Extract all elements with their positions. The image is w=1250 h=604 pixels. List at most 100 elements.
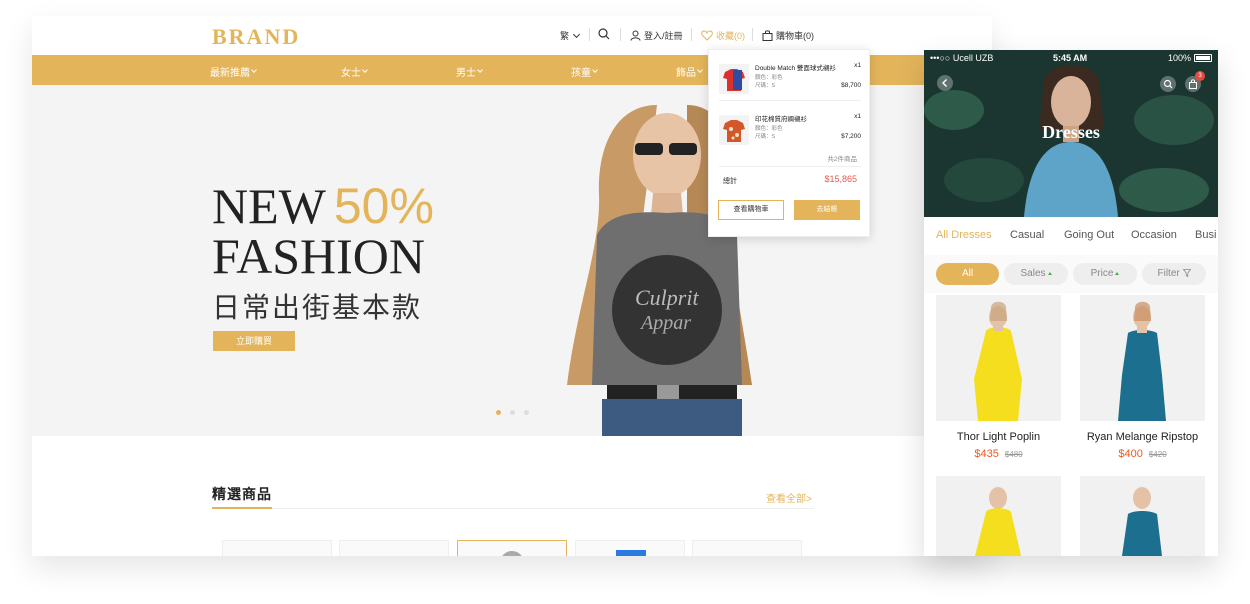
dress-photo (936, 476, 1061, 556)
search-icon (1163, 79, 1173, 89)
cart-link[interactable]: 購物車(0) (762, 29, 814, 42)
chevron-down-icon (251, 67, 257, 73)
hero-headline-new: NEW (212, 178, 326, 234)
nav-item-label: 男士 (456, 68, 476, 79)
featured-section-title: 精選商品 (212, 486, 272, 502)
tab-going-out[interactable]: Going Out (1064, 229, 1114, 241)
language-switcher[interactable]: 繁 (560, 29, 581, 42)
search-button[interactable] (1160, 76, 1176, 92)
original-price: $420 (1148, 450, 1167, 459)
product-thumbnail[interactable] (339, 540, 449, 556)
product-image[interactable] (1080, 295, 1205, 421)
divider (719, 166, 861, 167)
battery-status: 100% (1168, 53, 1212, 63)
brand-logo[interactable]: BRAND (212, 24, 300, 50)
sort-sales-button[interactable]: Sales (1004, 263, 1068, 285)
chevron-down-icon (572, 30, 581, 38)
hero-headline-fashion: FASHION (212, 228, 425, 284)
carousel-dot-active[interactable] (496, 410, 501, 415)
cart-item-name: 印花棉質府綢襯衫 (755, 116, 807, 123)
shopping-bag-icon (762, 30, 773, 41)
cart-item-price: $8,700 (841, 82, 861, 89)
view-all-link[interactable]: 查看全部> (766, 490, 812, 505)
divider (212, 508, 814, 509)
filter-button[interactable]: Filter (1142, 263, 1206, 285)
divider (589, 28, 590, 41)
dress-photo (936, 295, 1061, 421)
nav-item-women[interactable]: 女士 (341, 64, 368, 79)
sale-price: $400 (1118, 448, 1143, 460)
search-icon (598, 28, 610, 40)
tab-occasion[interactable]: Occasion (1131, 229, 1177, 241)
cart-item-qty: x1 (854, 62, 861, 69)
cart-total-amount: $15,865 (824, 174, 857, 184)
product-image (616, 550, 646, 556)
carrier-label: •••○○ Ucell UZB (930, 53, 994, 63)
dress-photo (1080, 295, 1205, 421)
cart-item[interactable]: Double Match 雙面球式襯衫 x1 顏色：彩色 尺碼：S $8,700 (719, 62, 861, 102)
language-label: 繁 (560, 31, 570, 41)
divider (620, 28, 621, 41)
battery-percent: 100% (1167, 53, 1191, 63)
product-thumbnail[interactable] (222, 540, 332, 556)
tab-casual[interactable]: Casual (1010, 229, 1044, 241)
hero-subtitle: 日常出街基本款 (212, 292, 423, 323)
login-link[interactable]: 登入/註冊 (630, 29, 683, 42)
divider (719, 100, 861, 101)
clock: 5:45 AM (1053, 53, 1088, 63)
divider (691, 28, 692, 41)
nav-item-label: 最新推薦 (210, 68, 250, 79)
shop-now-button[interactable]: 立即購買 (213, 331, 295, 351)
sort-price-label: Price (1090, 268, 1114, 279)
cart-total-label: 總計 (723, 178, 737, 185)
cart-item-image (719, 115, 749, 145)
product-price: $435 $480 (926, 448, 1071, 460)
filter-all-button[interactable]: All (936, 263, 999, 285)
cart-item-price: $7,200 (841, 133, 861, 140)
cart-label: 購物車(0) (776, 31, 814, 41)
sort-price-button[interactable]: Price (1073, 263, 1137, 285)
product-image (500, 551, 524, 556)
battery-icon (1194, 54, 1212, 62)
product-image[interactable] (1080, 476, 1205, 556)
mobile-category-banner: •••○○ Ucell UZB 5:45 AM 100% 3 Dresses (924, 50, 1218, 217)
cart-item-color: 顏色：彩色 (755, 75, 783, 81)
svg-text:Culprit: Culprit (635, 285, 699, 310)
product-thumbnail[interactable] (457, 540, 567, 556)
carousel-dot[interactable] (524, 410, 529, 415)
sale-price: $435 (974, 448, 999, 460)
original-price: $480 (1004, 450, 1023, 459)
sort-sales-label: Sales (1020, 268, 1046, 279)
search-button[interactable] (598, 28, 610, 40)
nav-item-accessories[interactable]: 飾品 (676, 64, 703, 79)
chevron-down-icon (477, 67, 483, 73)
product-name[interactable]: Ryan Melange Ripstop (1070, 431, 1215, 443)
hero-headline: NEW 50% (212, 181, 434, 231)
product-price: $400 $420 (1070, 448, 1215, 460)
checkout-button[interactable]: 去結帳 (794, 200, 860, 220)
tab-all-dresses[interactable]: All Dresses (936, 229, 992, 241)
chevron-left-icon (942, 79, 947, 87)
product-thumbnail[interactable] (692, 540, 802, 556)
nav-item-new[interactable]: 最新推薦 (210, 64, 257, 79)
favorites-link[interactable]: 收藏(0) (701, 29, 745, 42)
product-thumbnail[interactable] (575, 540, 685, 556)
sort-arrows-icon (1115, 271, 1120, 275)
carousel-dot[interactable] (510, 410, 515, 415)
cart-item[interactable]: 印花棉質府綢襯衫 x1 顏色：彩色 尺碼：S $7,200 (719, 113, 861, 153)
cart-item-qty: x1 (854, 113, 861, 120)
nav-item-label: 女士 (341, 68, 361, 79)
chevron-down-icon (592, 67, 598, 73)
nav-item-kids[interactable]: 孩童 (571, 64, 598, 79)
view-cart-button[interactable]: 查看購物車 (718, 200, 784, 220)
tab-business[interactable]: Busi (1195, 229, 1216, 241)
back-button[interactable] (937, 75, 953, 91)
chevron-down-icon (362, 67, 368, 73)
product-image[interactable] (936, 295, 1061, 421)
product-name[interactable]: Thor Light Poplin (926, 431, 1071, 443)
nav-item-men[interactable]: 男士 (456, 64, 483, 79)
funnel-icon (1182, 269, 1191, 278)
cart-item-name: Double Match 雙面球式襯衫 (755, 65, 836, 72)
product-image[interactable] (936, 476, 1061, 556)
chevron-down-icon (697, 67, 703, 73)
